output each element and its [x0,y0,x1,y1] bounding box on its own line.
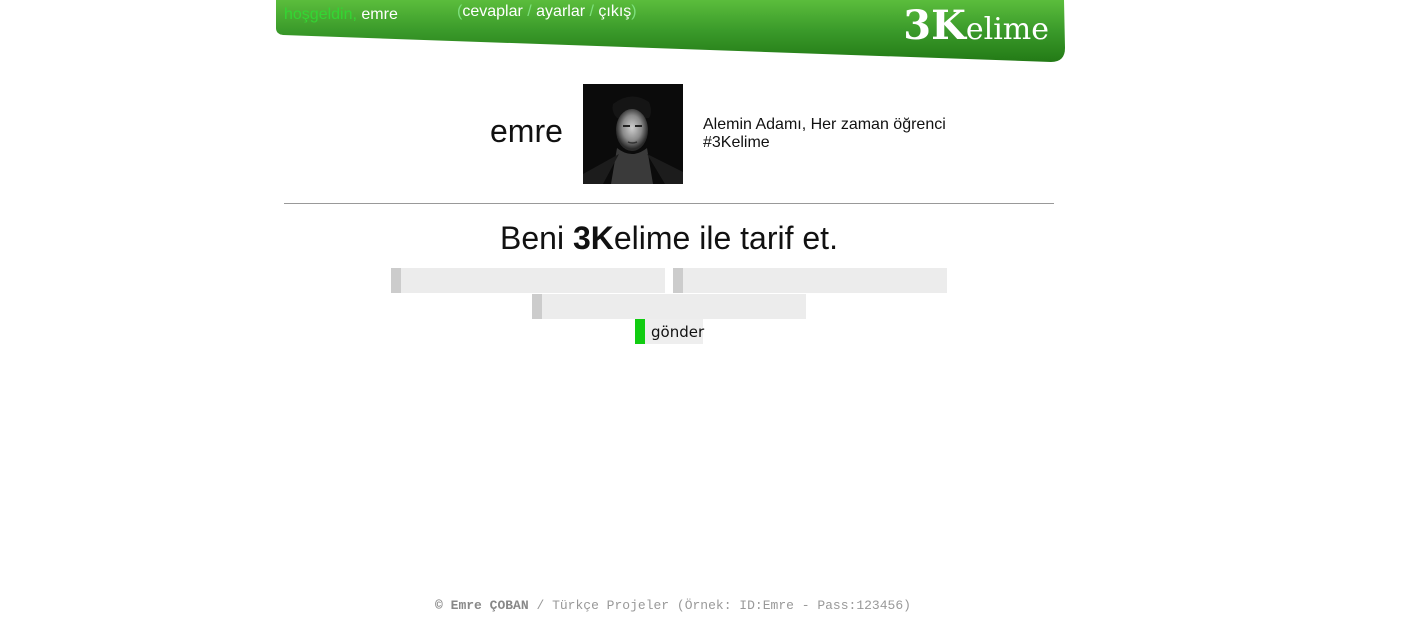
profile-bio: Alemin Adamı, Her zaman öğrenci #3Kelime [703,116,946,152]
bio-line: Alemin Adamı, Her zaman öğrenci [703,116,946,133]
logo-text: elime [965,12,1049,47]
header-banner: hoşgeldin, emre (cevaplar / ayarlar / çı… [275,0,1065,62]
welcome-text: hoşgeldin, emre [284,6,398,24]
footer-author: © Emre ÇOBAN [435,598,529,613]
top-nav: (cevaplar / ayarlar / çıkış) [457,3,637,21]
footer-text: / Türkçe Projeler (Örnek: ID:Emre - Pass… [528,598,911,613]
nav-separator: / [522,3,537,20]
word-input-3[interactable] [532,294,806,319]
prompt-brand: 3K [572,220,614,256]
avatar-photo [583,84,683,184]
logo[interactable]: 3Kelime [903,2,1049,49]
bio-hashtag: #3Kelime [703,134,770,151]
prompt-text-after: elime ile tarif et. [613,220,838,256]
logo-mark: 3K [903,2,966,49]
word-input-2[interactable] [673,268,947,293]
greeting-label: hoşgeldin, [284,6,357,23]
footer: © Emre ÇOBAN / Türkçe Projeler (Örnek: I… [0,598,1346,613]
word-input-1[interactable] [391,268,665,293]
profile-name: emre [490,113,563,149]
nav-close-paren: ) [631,3,637,20]
divider [284,203,1054,204]
form-prompt: Beni 3Kelime ile tarif et. [0,220,1338,257]
prompt-text-before: Beni [500,220,573,256]
submit-button[interactable]: gönder [635,319,704,344]
nav-separator: / [585,3,599,20]
nav-link-cevaplar[interactable]: cevaplar [462,3,522,20]
nav-link-ayarlar[interactable]: ayarlar [536,3,585,20]
avatar [583,84,683,184]
username-label: emre [361,6,398,23]
page: hoşgeldin, emre (cevaplar / ayarlar / çı… [0,0,1411,640]
nav-link-cikis[interactable]: çıkış [598,3,631,20]
